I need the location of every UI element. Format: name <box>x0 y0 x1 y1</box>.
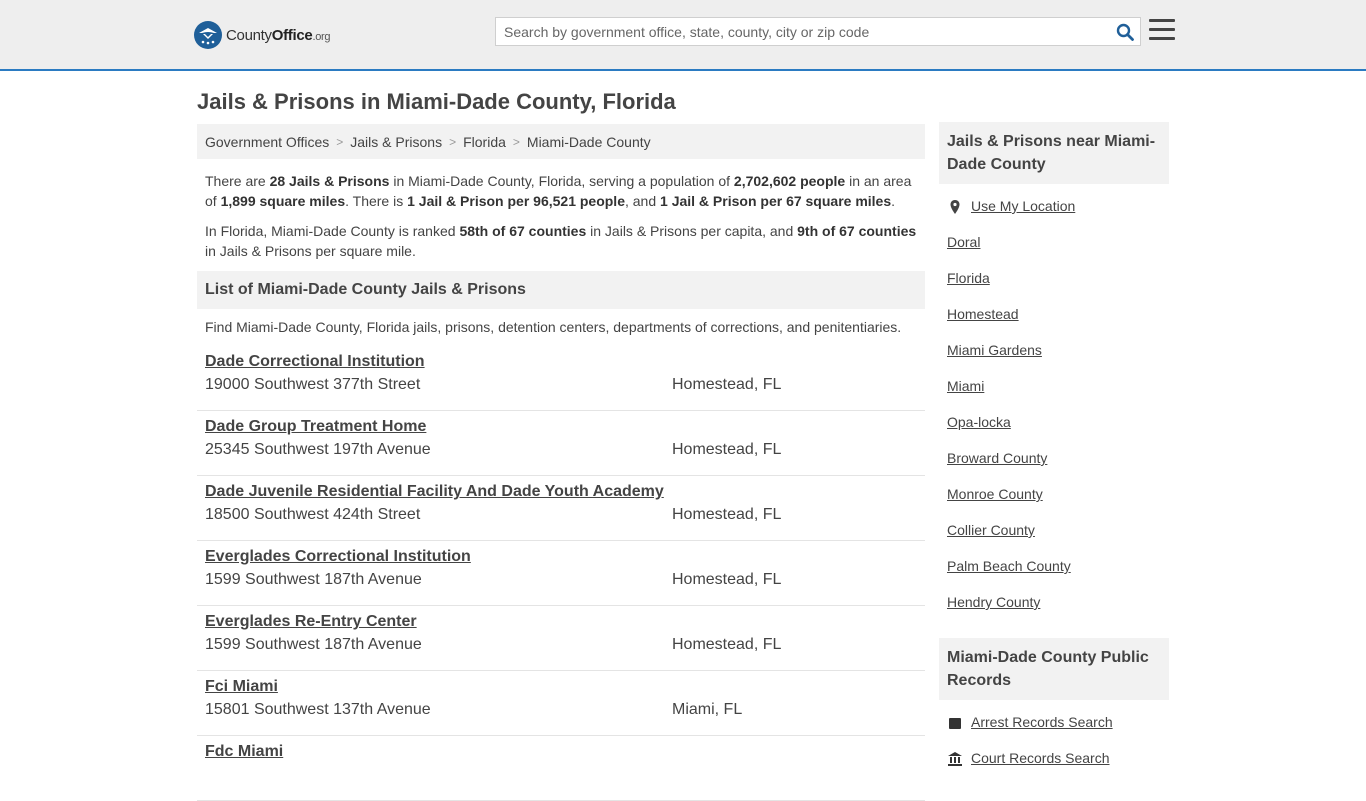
listing-city: Homestead, FL <box>672 441 782 458</box>
listing-city: Homestead, FL <box>672 506 782 523</box>
sidebar-item-miami: Miami <box>947 378 1161 414</box>
intro-text: There are 28 Jails & Prisons in Miami-Da… <box>197 159 925 261</box>
listing-city: Homestead, FL <box>672 571 782 588</box>
search-button[interactable] <box>1110 18 1140 45</box>
listing-address: 1599 Southwest 187th Avenue <box>205 636 422 653</box>
sidebar-item-miami-gardens: Miami Gardens <box>947 342 1161 378</box>
seal-icon <box>194 21 222 49</box>
sidebar-item-monroe-county: Monroe County <box>947 486 1161 522</box>
breadcrumb-separator-icon: > <box>512 134 520 149</box>
courthouse-icon <box>948 752 962 766</box>
breadcrumb-miami-dade-county[interactable]: Miami-Dade County <box>527 134 651 150</box>
list-item: Fdc Miami <box>197 736 925 801</box>
page-title: Jails & Prisons in Miami-Dade County, Fl… <box>197 89 676 114</box>
list-item: Dade Juvenile Residential Facility And D… <box>197 476 925 541</box>
site-logo[interactable]: CountyOffice.org <box>194 20 331 50</box>
main-content: Government Offices > Jails & Prisons > F… <box>197 124 925 801</box>
records-list: Arrest Records Search Court Records Sear… <box>939 700 1169 786</box>
nearby-link[interactable]: Florida <box>947 270 990 286</box>
sidebar-item-opa-locka: Opa-locka <box>947 414 1161 450</box>
breadcrumb-florida[interactable]: Florida <box>463 134 506 150</box>
nearby-link[interactable]: Miami <box>947 378 984 394</box>
list-section-heading: List of Miami-Dade County Jails & Prison… <box>197 271 925 309</box>
intro-paragraph-stats: There are 28 Jails & Prisons in Miami-Da… <box>205 173 912 209</box>
records-item-court: Court Records Search <box>947 750 1161 786</box>
nearby-link[interactable]: Broward County <box>947 450 1047 466</box>
listings: Dade Correctional Institution 19000 Sout… <box>197 346 925 801</box>
nearby-list: Use My Location Doral Florida Homestead … <box>939 184 1169 630</box>
map-pin-icon <box>950 200 960 214</box>
court-records-link[interactable]: Court Records Search <box>971 750 1110 766</box>
nearby-link[interactable]: Homestead <box>947 306 1019 322</box>
list-item: Everglades Re-Entry Center 1599 Southwes… <box>197 606 925 671</box>
intro-paragraph-rank: In Florida, Miami-Dade County is ranked … <box>205 223 917 259</box>
sidebar-item-florida: Florida <box>947 270 1161 306</box>
search-icon <box>1116 23 1134 41</box>
listing-name-link[interactable]: Dade Juvenile Residential Facility And D… <box>205 482 917 502</box>
sidebar-item-palm-beach-county: Palm Beach County <box>947 558 1161 594</box>
listing-city: Homestead, FL <box>672 636 782 653</box>
hamburger-menu-icon[interactable] <box>1149 19 1175 43</box>
sidebar-item-homestead: Homestead <box>947 306 1161 342</box>
listing-name-link[interactable]: Dade Correctional Institution <box>205 352 917 372</box>
sidebar-item-doral: Doral <box>947 234 1161 270</box>
listing-name-link[interactable]: Fdc Miami <box>205 742 917 762</box>
listing-name-link[interactable]: Fci Miami <box>205 677 917 697</box>
listing-address: 18500 Southwest 424th Street <box>205 506 421 523</box>
listing-name-link[interactable]: Everglades Re-Entry Center <box>205 612 917 632</box>
nearby-link[interactable]: Opa-locka <box>947 414 1011 430</box>
nearby-link[interactable]: Doral <box>947 234 980 250</box>
listing-address: 19000 Southwest 377th Street <box>205 376 421 393</box>
nearby-link[interactable]: Hendry County <box>947 594 1040 610</box>
sidebar-item-hendry-county: Hendry County <box>947 594 1161 630</box>
records-heading: Miami-Dade County Public Records <box>939 638 1169 700</box>
list-item: Dade Group Treatment Home 25345 Southwes… <box>197 411 925 476</box>
breadcrumb-jails-prisons[interactable]: Jails & Prisons <box>350 134 442 150</box>
sidebar-item-broward-county: Broward County <box>947 450 1161 486</box>
breadcrumb: Government Offices > Jails & Prisons > F… <box>197 124 925 159</box>
list-item: Fci Miami 15801 Southwest 137th Avenue M… <box>197 671 925 736</box>
search-input[interactable] <box>496 18 1110 45</box>
sidebar: Jails & Prisons near Miami-Dade County U… <box>939 122 1169 786</box>
breadcrumb-separator-icon: > <box>336 134 344 149</box>
listing-name-link[interactable]: Dade Group Treatment Home <box>205 417 917 437</box>
logo-text: CountyOffice.org <box>226 26 331 44</box>
search-bar <box>495 17 1141 46</box>
listing-address: 1599 Southwest 187th Avenue <box>205 571 422 588</box>
listing-city: Miami, FL <box>672 701 743 718</box>
sidebar-item-collier-county: Collier County <box>947 522 1161 558</box>
breadcrumb-separator-icon: > <box>449 134 457 149</box>
record-square-icon <box>949 718 961 729</box>
list-item: Dade Correctional Institution 19000 Sout… <box>197 346 925 411</box>
listing-address: 15801 Southwest 137th Avenue <box>205 701 431 718</box>
list-item: Everglades Correctional Institution 1599… <box>197 541 925 606</box>
nearby-link[interactable]: Collier County <box>947 522 1035 538</box>
records-item-arrest: Arrest Records Search <box>947 714 1161 750</box>
site-header: CountyOffice.org <box>0 0 1366 71</box>
breadcrumb-government-offices[interactable]: Government Offices <box>205 134 329 150</box>
use-location-item: Use My Location <box>947 198 1161 234</box>
list-section-description: Find Miami-Dade County, Florida jails, p… <box>205 319 902 335</box>
listing-city: Homestead, FL <box>672 376 782 393</box>
listing-address: 25345 Southwest 197th Avenue <box>205 441 431 458</box>
nearby-link[interactable]: Monroe County <box>947 486 1043 502</box>
arrest-records-link[interactable]: Arrest Records Search <box>971 714 1113 730</box>
nearby-link[interactable]: Miami Gardens <box>947 342 1042 358</box>
nearby-link[interactable]: Palm Beach County <box>947 558 1071 574</box>
listing-name-link[interactable]: Everglades Correctional Institution <box>205 547 917 567</box>
nearby-heading: Jails & Prisons near Miami-Dade County <box>939 122 1169 184</box>
use-my-location-link[interactable]: Use My Location <box>971 198 1075 214</box>
